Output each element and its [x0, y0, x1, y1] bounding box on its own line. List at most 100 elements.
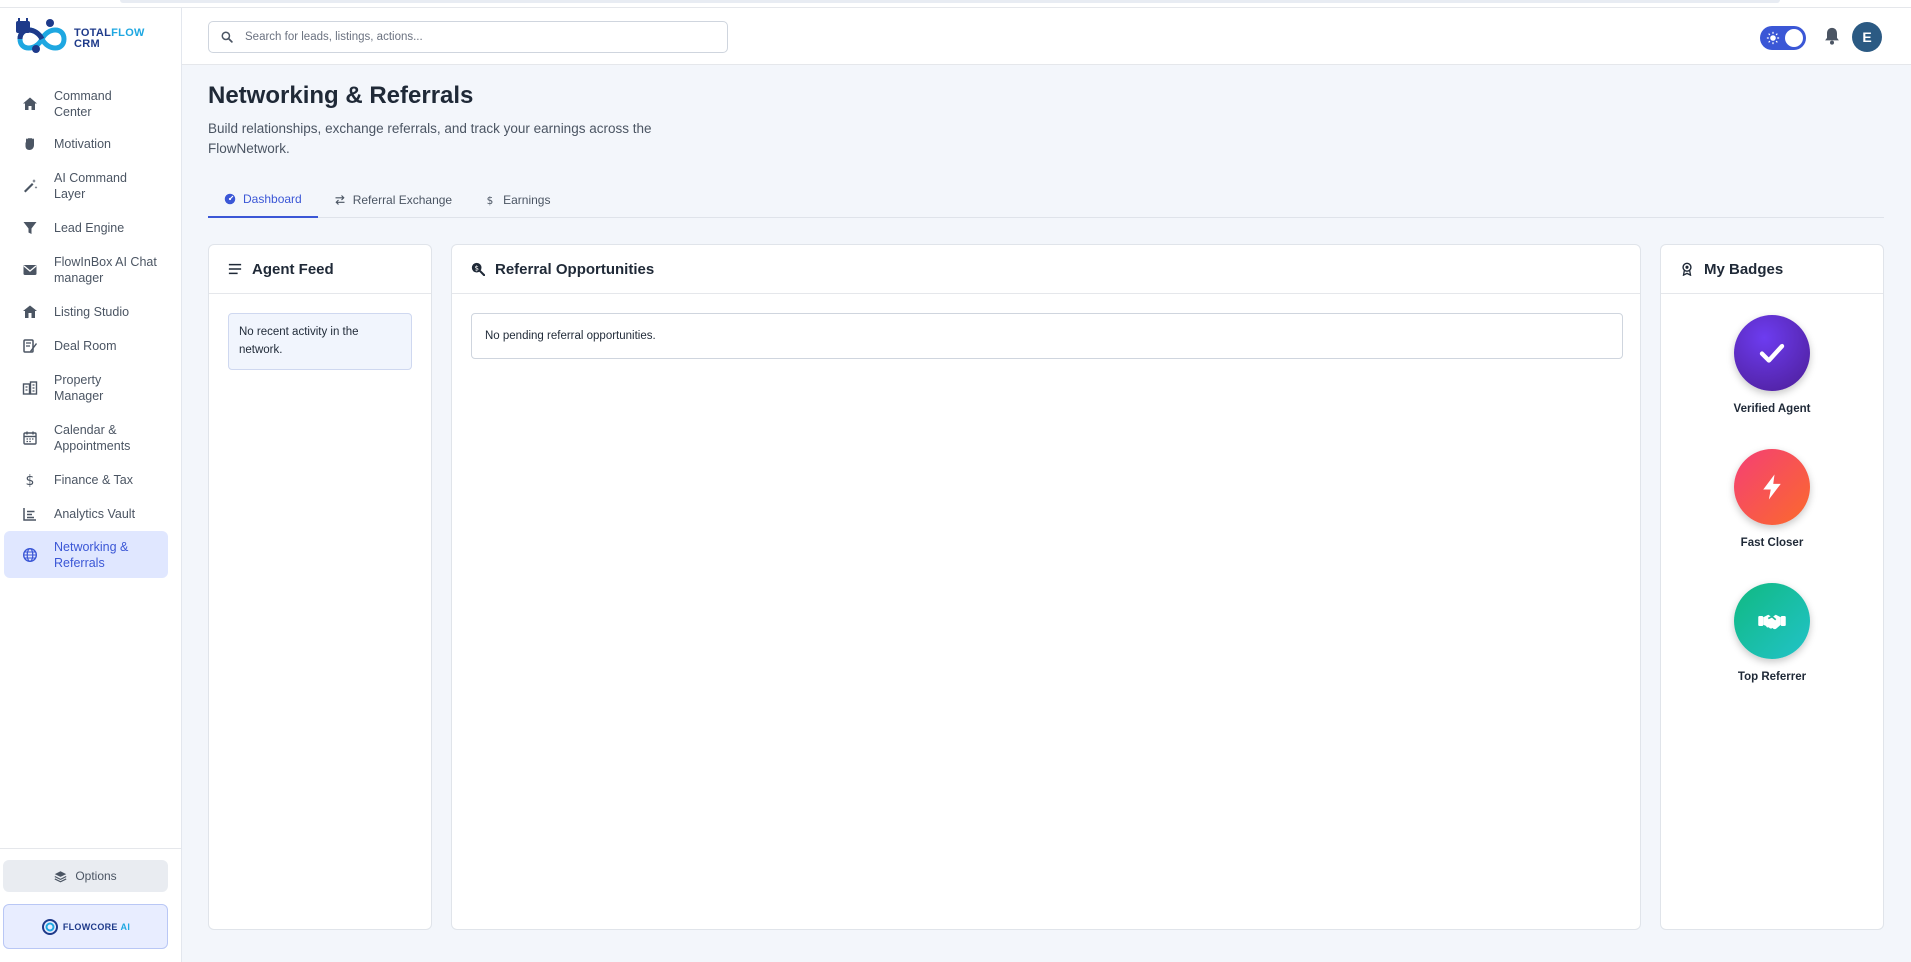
tab-earnings[interactable]: $ Earnings [468, 182, 566, 218]
sun-icon [1766, 31, 1780, 45]
logo-word-crm: CRM [74, 38, 100, 50]
sidebar-item-label: Motivation [54, 137, 111, 151]
sidebar-item-label: Command Center [54, 88, 112, 119]
tab-dashboard[interactable]: Dashboard [208, 182, 318, 218]
page-title: Networking & Referrals [208, 82, 474, 109]
badge-name: Top Referrer [1737, 671, 1807, 683]
badge-top-referrer: Top Referrer [1661, 583, 1883, 683]
sidebar-item-calendar[interactable]: Calendar & Appointments [4, 413, 168, 463]
sidebar-bottom-divider [0, 848, 181, 849]
user-avatar[interactable]: E [1852, 22, 1882, 52]
feed-empty-message: No recent activity in the network. [228, 313, 412, 370]
svg-text:$: $ [487, 195, 494, 206]
agent-feed-card: Agent Feed No recent activity in the net… [208, 244, 432, 930]
top-strip-bar [120, 0, 1780, 3]
flowcore-logo-icon [41, 918, 58, 935]
flowcore-ai-button[interactable]: FLOWCORE AI [3, 904, 168, 949]
fist-icon [20, 134, 40, 154]
svg-text:$: $ [474, 264, 478, 272]
logo-wordmark: TOTALFLOW CRM [74, 28, 145, 50]
badge-circle [1734, 449, 1810, 525]
infinity-logo-icon [16, 18, 67, 53]
badge-name: Verified Agent [1733, 403, 1811, 415]
sidebar-item-motivation[interactable]: Motivation [4, 127, 168, 161]
globe-icon [20, 545, 40, 565]
gauge-icon [224, 193, 236, 205]
sidebar-item-label: Listing Studio [54, 305, 130, 319]
envelope-icon [20, 260, 40, 280]
badge-name: Fast Closer [1740, 537, 1804, 549]
flowcore-word: FLOWCORE [62, 921, 118, 932]
check-icon [1759, 343, 1785, 363]
chart-icon [20, 504, 40, 524]
card-header: My Badges [1661, 245, 1883, 294]
tab-label: Dashboard [243, 192, 302, 206]
search-icon [221, 31, 233, 43]
list-lines-icon [228, 263, 242, 275]
flowcore-label: FLOWCORE AI [63, 922, 130, 932]
sidebar-item-label: Calendar & Appointments [54, 423, 131, 453]
exchange-arrows-icon [335, 195, 345, 205]
layers-icon [54, 870, 67, 882]
options-button[interactable]: Options [3, 860, 168, 892]
dollar-icon: $ [20, 470, 40, 490]
bolt-icon [1763, 474, 1781, 500]
sidebar-item-listing-studio[interactable]: Listing Studio [4, 295, 168, 329]
card-header: Agent Feed [209, 245, 431, 294]
badge-fast-closer: Fast Closer [1661, 449, 1883, 549]
top-header: E [182, 8, 1911, 65]
toggle-knob [1785, 29, 1803, 47]
home-icon [20, 94, 40, 114]
tab-label: Earnings [503, 193, 551, 207]
sidebar-item-deal-room[interactable]: Deal Room [4, 329, 168, 363]
card-title: Referral Opportunities [495, 260, 655, 278]
search-input[interactable] [245, 31, 705, 43]
sidebar-item-label: Analytics Vault [54, 507, 136, 521]
card-title: Agent Feed [252, 260, 334, 278]
search-dollar-icon: $ [471, 262, 485, 276]
sidebar: TOTALFLOW CRM Command Center Motivation … [0, 8, 182, 962]
browser-top-strip [0, 0, 1911, 8]
sidebar-item-ai-command-layer[interactable]: AI Command Layer [4, 161, 168, 211]
sidebar-item-lead-engine[interactable]: Lead Engine [4, 211, 168, 245]
options-label: Options [75, 869, 117, 883]
referrals-empty-message: No pending referral opportunities. [471, 313, 1623, 359]
app-logo[interactable]: TOTALFLOW CRM [10, 14, 170, 64]
signature-icon [20, 336, 40, 356]
sidebar-item-flowinbox[interactable]: FlowInBox AI Chat manager [4, 245, 168, 295]
logo-word-flow: FLOW [111, 27, 145, 39]
sidebar-item-label: Networking & Referrals [54, 539, 129, 570]
badge-circle [1734, 315, 1810, 391]
award-icon [1682, 262, 1692, 276]
sidebar-item-analytics-vault[interactable]: Analytics Vault [4, 497, 168, 531]
sidebar-item-label: FlowInBox AI Chat manager [54, 255, 157, 285]
sidebar-item-label: AI Command Layer [54, 171, 127, 201]
my-badges-card: My Badges Verified Agent Fast Closer Top… [1660, 244, 1884, 930]
card-header: $ Referral Opportunities [452, 245, 1640, 294]
svg-text:$: $ [26, 473, 35, 488]
sidebar-item-property-manager[interactable]: Property Manager [4, 363, 168, 413]
sidebar-nav: Command Center Motivation AI Command Lay… [4, 80, 168, 578]
theme-toggle[interactable] [1760, 26, 1806, 50]
bell-icon[interactable] [1822, 26, 1842, 46]
search-bar[interactable] [208, 21, 728, 53]
tab-label: Referral Exchange [352, 193, 453, 207]
flowcore-ai-word: AI [120, 921, 131, 932]
sidebar-item-label: Property Manager [54, 373, 104, 403]
badge-circle [1734, 583, 1810, 659]
sidebar-item-networking-referrals[interactable]: Networking & Referrals [4, 531, 168, 578]
sidebar-item-command-center[interactable]: Command Center [4, 80, 168, 127]
sidebar-item-label: Deal Room [54, 339, 117, 353]
tab-referral-exchange[interactable]: Referral Exchange [318, 182, 468, 218]
referral-opportunities-card: $ Referral Opportunities No pending refe… [451, 244, 1641, 930]
dollar-icon: $ [487, 195, 494, 206]
tab-bar: Dashboard Referral Exchange $ Earnings [208, 182, 1884, 218]
card-title: My Badges [1704, 260, 1784, 278]
funnel-icon [20, 218, 40, 238]
sidebar-item-finance-tax[interactable]: $ Finance & Tax [4, 463, 168, 497]
sidebar-item-label: Lead Engine [54, 221, 125, 235]
handshake-icon [1758, 614, 1786, 630]
building-icon [20, 378, 40, 398]
sidebar-item-label: Finance & Tax [54, 473, 133, 487]
page-subtitle: Build relationships, exchange referrals,… [208, 121, 652, 156]
